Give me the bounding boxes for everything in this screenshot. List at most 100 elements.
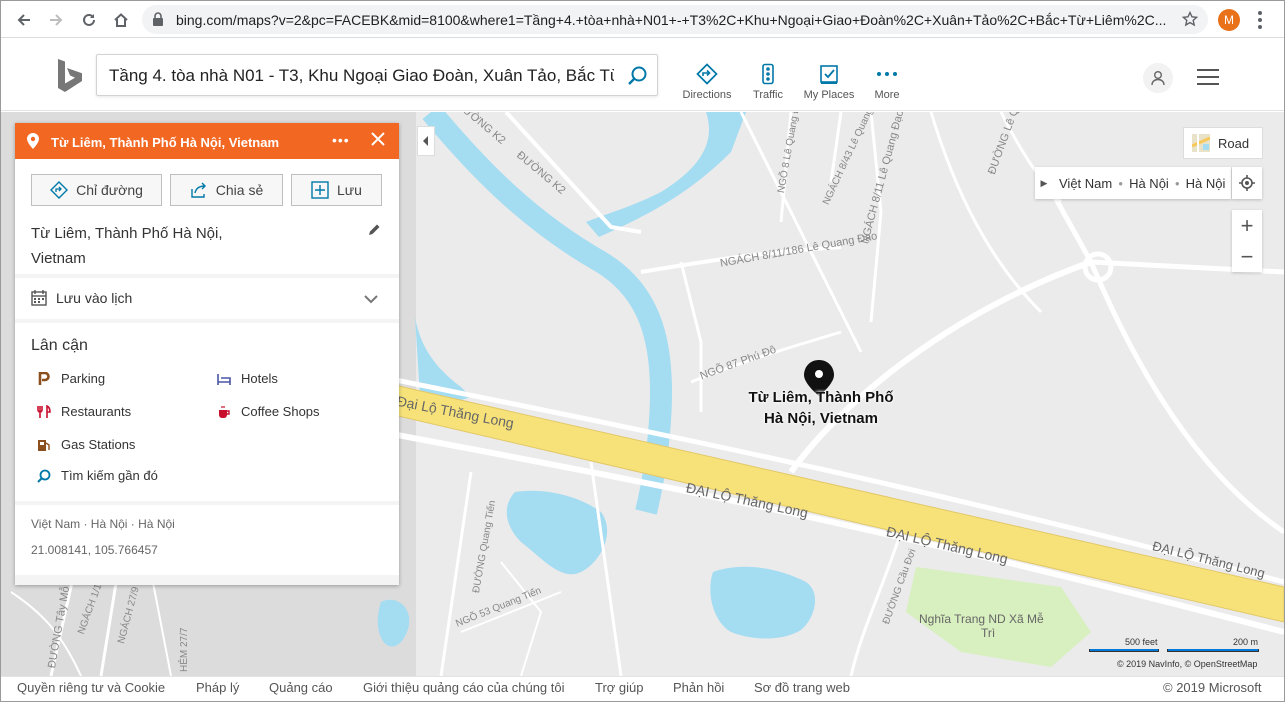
parking-label: Parking [61, 371, 106, 386]
forward-icon[interactable] [45, 9, 67, 31]
scale-bar-meters [1167, 649, 1259, 652]
collapse-panel-button[interactable] [417, 126, 435, 156]
search-input[interactable]: Tầng 4. tòa nhà N01 - T3, Khu Ngoại Giao… [109, 66, 614, 86]
nearby-section: Lân cận Parking Hotels Restaurants Coffe… [15, 323, 399, 501]
parking-icon [38, 371, 50, 385]
footer-link-about-ads[interactable]: Giới thiệu quảng cáo của chúng tôi [363, 680, 565, 695]
nearby-coffee-link[interactable]: Coffee Shops [217, 404, 320, 419]
coffee-shops-label: Coffee Shops [241, 404, 320, 419]
footer-link-feedback[interactable]: Phản hồi [673, 680, 724, 695]
address-line2: Vietnam [31, 250, 86, 267]
location-pin-icon [27, 133, 39, 154]
nearby-heading: Lân cận [31, 337, 88, 354]
user-account-icon[interactable] [1143, 63, 1173, 93]
location-breadcrumb[interactable]: Việt Nam · Hà Nội · Hà Nội [31, 517, 175, 531]
search-box[interactable]: Tầng 4. tòa nhà N01 - T3, Khu Ngoại Giao… [96, 54, 658, 96]
back-icon[interactable] [13, 9, 35, 31]
directions-icon [696, 63, 718, 85]
traffic-button[interactable]: Traffic [738, 63, 798, 101]
traffic-label: Traffic [753, 89, 783, 101]
footer-link-sitemap[interactable]: Sơ đồ trang web [754, 680, 850, 695]
directions-action-label: Chỉ đường [76, 182, 143, 198]
save-to-calendar-row[interactable]: Lưu vào lịch [15, 278, 399, 319]
scale-feet: 500 feet [1125, 637, 1158, 647]
map-canvas[interactable]: Đại Lộ Thăng Long ĐẠI LỘ Thăng Long ĐẠI … [1, 112, 1284, 676]
breadcrumb-separator: ● [1118, 178, 1124, 188]
nearby-hotels-link[interactable]: Hotels [217, 371, 278, 386]
chevron-down-icon[interactable] [364, 291, 378, 309]
save-label: Lưu [337, 182, 362, 198]
address-line1: Từ Liêm, Thành Phố Hà Nội, [31, 225, 223, 242]
pin-label[interactable]: Từ Liêm, Thành Phố Hà Nội, Vietnam [736, 387, 906, 429]
panel-actions: Chỉ đường Chia sẻ Lưu Từ Liêm, Thành Phố… [15, 159, 399, 274]
edit-pencil-icon[interactable] [368, 223, 380, 241]
save-button[interactable]: Lưu [291, 174, 382, 206]
search-nearby-link[interactable]: Tìm kiếm gần đó [37, 468, 158, 483]
browser-window: bing.com/maps?v=2&pc=FACEBK&mid=8100&whe… [0, 0, 1285, 702]
hotels-label: Hotels [241, 371, 278, 386]
location-panel: Từ Liêm, Thành Phố Hà Nội, Vietnam ••• C… [15, 123, 399, 585]
home-icon[interactable] [110, 9, 132, 31]
map-scale: 500 feet 200 m [1089, 637, 1259, 655]
my-places-button[interactable]: My Places [799, 63, 859, 101]
map-attribution: © 2019 NavInfo, © OpenStreetMap [1117, 659, 1258, 669]
breadcrumb-item[interactable]: Hà Nội [1129, 176, 1169, 191]
more-label: More [874, 89, 900, 101]
chevron-left-icon [423, 136, 428, 146]
nearby-gas-link[interactable]: Gas Stations [37, 437, 135, 452]
more-icon [877, 72, 897, 76]
footer-link-ads[interactable]: Quảng cáo [269, 680, 333, 695]
my-places-icon [820, 65, 838, 84]
footer-link-legal[interactable]: Pháp lý [196, 680, 239, 695]
zoom-in-button[interactable]: + [1232, 210, 1262, 241]
locate-me-icon[interactable] [1232, 167, 1262, 199]
traffic-icon [762, 63, 774, 85]
share-label: Chia sẻ [215, 182, 264, 198]
directions-label: Directions [682, 89, 732, 101]
search-icon [37, 469, 51, 483]
breadcrumb-expand-icon[interactable]: ▶ [1035, 178, 1053, 189]
panel-header: Từ Liêm, Thành Phố Hà Nội, Vietnam ••• [15, 123, 399, 159]
scale-meters: 200 m [1233, 637, 1259, 647]
search-icon[interactable] [627, 65, 649, 92]
search-nearby-label: Tìm kiếm gần đó [61, 468, 158, 483]
pin-label-line1: Từ Liêm, Thành Phố [748, 389, 894, 406]
close-icon[interactable] [370, 131, 386, 152]
poi-label: Trì [981, 626, 996, 640]
panel-more-icon[interactable]: ••• [332, 132, 350, 148]
breadcrumb-item[interactable]: Việt Nam [1059, 176, 1112, 191]
url-text: bing.com/maps?v=2&pc=FACEBK&mid=8100&whe… [176, 12, 1166, 28]
zoom-controls: + − [1232, 210, 1262, 272]
poi-label: Nghĩa Trang ND Xã Mễ [919, 612, 1044, 626]
map-breadcrumb: ▶ Việt Nam ● Hà Nội ● Hà Nội [1035, 167, 1231, 199]
footer-link-help[interactable]: Trợ giúp [595, 680, 644, 695]
zoom-out-button[interactable]: − [1232, 241, 1262, 272]
gas-stations-label: Gas Stations [61, 437, 136, 452]
scale-bar-feet [1089, 649, 1159, 652]
map-style-button[interactable]: Road [1183, 127, 1263, 159]
directions-icon [50, 181, 69, 199]
breadcrumb-separator: ● [1174, 178, 1180, 188]
browser-toolbar: bing.com/maps?v=2&pc=FACEBK&mid=8100&whe… [1, 1, 1284, 38]
my-places-label: My Places [803, 89, 855, 101]
more-button[interactable]: More [857, 63, 917, 101]
directions-button[interactable]: Directions [677, 63, 737, 101]
nearby-restaurants-link[interactable]: Restaurants [37, 404, 131, 419]
hotel-bed-icon [217, 373, 231, 385]
reload-icon[interactable] [78, 9, 100, 31]
breadcrumb-item[interactable]: Hà Nội [1186, 176, 1226, 191]
directions-action-button[interactable]: Chỉ đường [31, 174, 162, 206]
calendar-label: Lưu vào lịch [56, 290, 133, 306]
browser-menu-icon[interactable] [1257, 10, 1263, 30]
profile-avatar[interactable]: M [1218, 9, 1240, 31]
bookmark-star-icon[interactable] [1181, 10, 1199, 32]
copyright: © 2019 Microsoft [1163, 680, 1262, 695]
road-map-icon [1192, 134, 1210, 152]
address-bar[interactable]: bing.com/maps?v=2&pc=FACEBK&mid=8100&whe… [142, 5, 1208, 34]
bing-logo[interactable] [55, 57, 83, 100]
footer-link-privacy[interactable]: Quyền riêng tư và Cookie [17, 680, 165, 695]
panel-footer: Việt Nam · Hà Nội · Hà Nội 21.008141, 10… [15, 505, 399, 575]
share-button[interactable]: Chia sẻ [170, 174, 283, 206]
nearby-parking-link[interactable]: Parking [37, 371, 105, 386]
hamburger-menu-icon[interactable] [1197, 69, 1219, 90]
